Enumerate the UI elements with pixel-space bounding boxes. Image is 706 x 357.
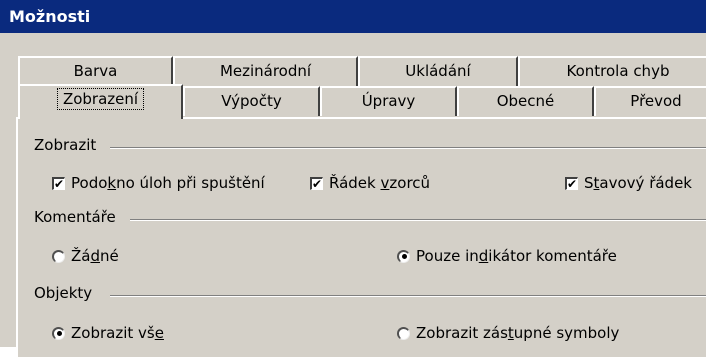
radio-label: Zobrazit vše: [71, 324, 164, 342]
tab-ukladani[interactable]: Ukládání: [358, 56, 518, 86]
checkbox-podokno-uloh[interactable]: ✔ Podokno úloh při spuštění: [52, 174, 265, 192]
group-objekty: Objekty: [34, 284, 99, 302]
radio-icon: [52, 249, 65, 263]
tab-label: Mezinárodní: [219, 62, 312, 80]
tab-prevod[interactable]: Převod: [594, 86, 706, 116]
checkbox-label: Podokno úloh při spuštění: [71, 174, 265, 192]
group-divider: [110, 295, 706, 297]
radio-icon: [397, 249, 410, 263]
checkbox-radek-vzorcu[interactable]: ✔ Řádek vzorců: [310, 174, 430, 192]
tab-label: Ukládání: [405, 62, 471, 80]
checkbox-icon: ✔: [565, 176, 578, 191]
checkbox-label: Řádek vzorců: [329, 174, 431, 192]
tab-label: Výpočty: [221, 92, 282, 110]
radio-icon: [397, 326, 410, 340]
tab-label: Zobrazení: [56, 88, 145, 110]
group-divider: [130, 219, 706, 221]
group-divider: [110, 147, 706, 149]
radio-zastupne-symboly[interactable]: Zobrazit zástupné symboly: [397, 324, 619, 342]
tab-kontrola-chyb[interactable]: Kontrola chyb: [518, 56, 706, 86]
tab-vypocty[interactable]: Výpočty: [183, 86, 320, 116]
radio-zadne[interactable]: Žádné: [52, 247, 119, 265]
tab-label: Kontrola chyb: [566, 62, 670, 80]
tab-zobrazeni[interactable]: Zobrazení: [18, 84, 183, 119]
radio-selected-dot: [401, 254, 407, 259]
radio-icon: [52, 326, 65, 340]
radio-label: Žádné: [71, 247, 119, 265]
tab-obecne[interactable]: Obecné: [457, 86, 594, 116]
checkbox-label: Stavový řádek: [584, 174, 692, 192]
window-title: Možnosti: [9, 7, 91, 26]
tab-label: Převod: [630, 92, 682, 110]
group-label: Objekty: [34, 284, 99, 302]
tab-label: Úpravy: [361, 92, 416, 110]
title-bar: Možnosti: [0, 0, 706, 33]
radio-zobrazit-vse[interactable]: Zobrazit vše: [52, 324, 164, 342]
radio-label: Zobrazit zástupné symboly: [416, 324, 620, 342]
group-zobrazit: Zobrazit: [34, 136, 103, 154]
group-label: Komentáře: [34, 208, 122, 226]
tab-panel: [16, 117, 706, 357]
radio-pouze-indikator[interactable]: Pouze indikátor komentáře: [397, 247, 617, 265]
group-komentare: Komentáře: [34, 208, 122, 226]
radio-selected-dot: [56, 331, 62, 336]
tab-label: Barva: [73, 62, 118, 80]
tab-upravy[interactable]: Úpravy: [320, 86, 457, 116]
tab-mezinarodni[interactable]: Mezinárodní: [173, 56, 358, 86]
checkbox-stavovy-radek[interactable]: ✔ Stavový řádek: [565, 174, 692, 192]
checkbox-icon: ✔: [52, 176, 65, 191]
tab-label: Obecné: [496, 92, 555, 110]
checkbox-icon: ✔: [310, 176, 323, 191]
group-label: Zobrazit: [34, 136, 103, 154]
radio-label: Pouze indikátor komentáře: [416, 247, 617, 265]
tab-barva[interactable]: Barva: [18, 56, 173, 86]
dialog-body: Barva Mezinárodní Ukládání Kontrola chyb…: [0, 33, 706, 357]
